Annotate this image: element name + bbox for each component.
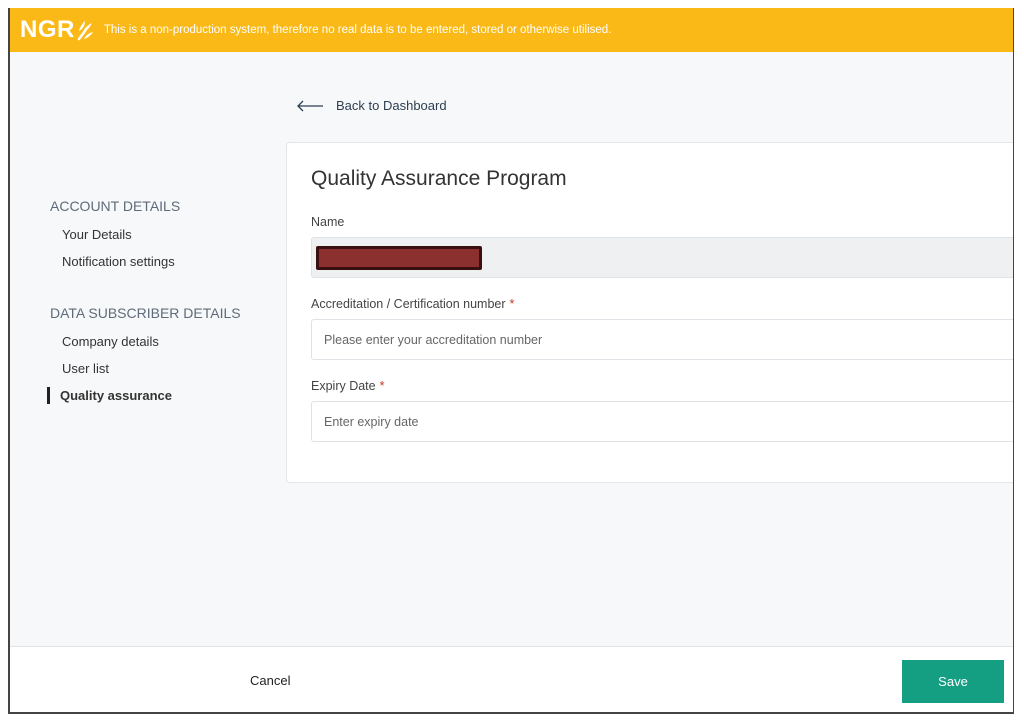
accreditation-number-input[interactable] xyxy=(311,319,1013,360)
back-to-dashboard-link[interactable]: Back to Dashboard xyxy=(296,98,447,113)
redacted-name-value xyxy=(316,245,482,270)
sidebar-heading-account-details: ACCOUNT DETAILS xyxy=(50,198,181,214)
save-button[interactable]: Save xyxy=(902,660,1004,703)
sidebar-item-company-details[interactable]: Company details xyxy=(10,328,270,355)
expiry-date-input[interactable] xyxy=(311,401,1013,442)
name-field xyxy=(311,237,1013,278)
quality-assurance-form-card: Quality Assurance Program Name Accredita… xyxy=(286,142,1013,483)
sidebar-heading-data-subscriber-details: DATA SUBSCRIBER DETAILS xyxy=(50,305,241,321)
page-title: Quality Assurance Program xyxy=(311,167,567,190)
sidebar-item-quality-assurance[interactable]: Quality assurance xyxy=(10,382,270,409)
required-marker: * xyxy=(379,379,385,393)
accreditation-label: Accreditation / Certification number * xyxy=(311,297,515,311)
back-link-label: Back to Dashboard xyxy=(336,98,447,113)
sidebar-item-notification-settings[interactable]: Notification settings xyxy=(10,248,270,275)
ngr-logo: NGR xyxy=(20,16,94,44)
account-sidebar: ACCOUNT DETAILS Your Details Notificatio… xyxy=(10,198,270,409)
arrow-left-icon xyxy=(297,100,323,111)
wheat-icon xyxy=(77,21,93,41)
environment-banner: NGR This is a non-production system, the… xyxy=(10,8,1013,52)
sidebar-item-your-details[interactable]: Your Details xyxy=(10,221,270,248)
logo-text: NGR xyxy=(20,16,75,43)
expiry-date-label: Expiry Date * xyxy=(311,379,385,393)
form-footer: Cancel Save xyxy=(10,646,1013,712)
sidebar-item-user-list[interactable]: User list xyxy=(10,355,270,382)
banner-message: This is a non-production system, therefo… xyxy=(103,24,612,36)
required-marker: * xyxy=(509,297,515,311)
name-label: Name xyxy=(311,215,345,229)
cancel-button[interactable]: Cancel xyxy=(250,673,290,688)
app-frame: NGR This is a non-production system, the… xyxy=(8,8,1014,714)
